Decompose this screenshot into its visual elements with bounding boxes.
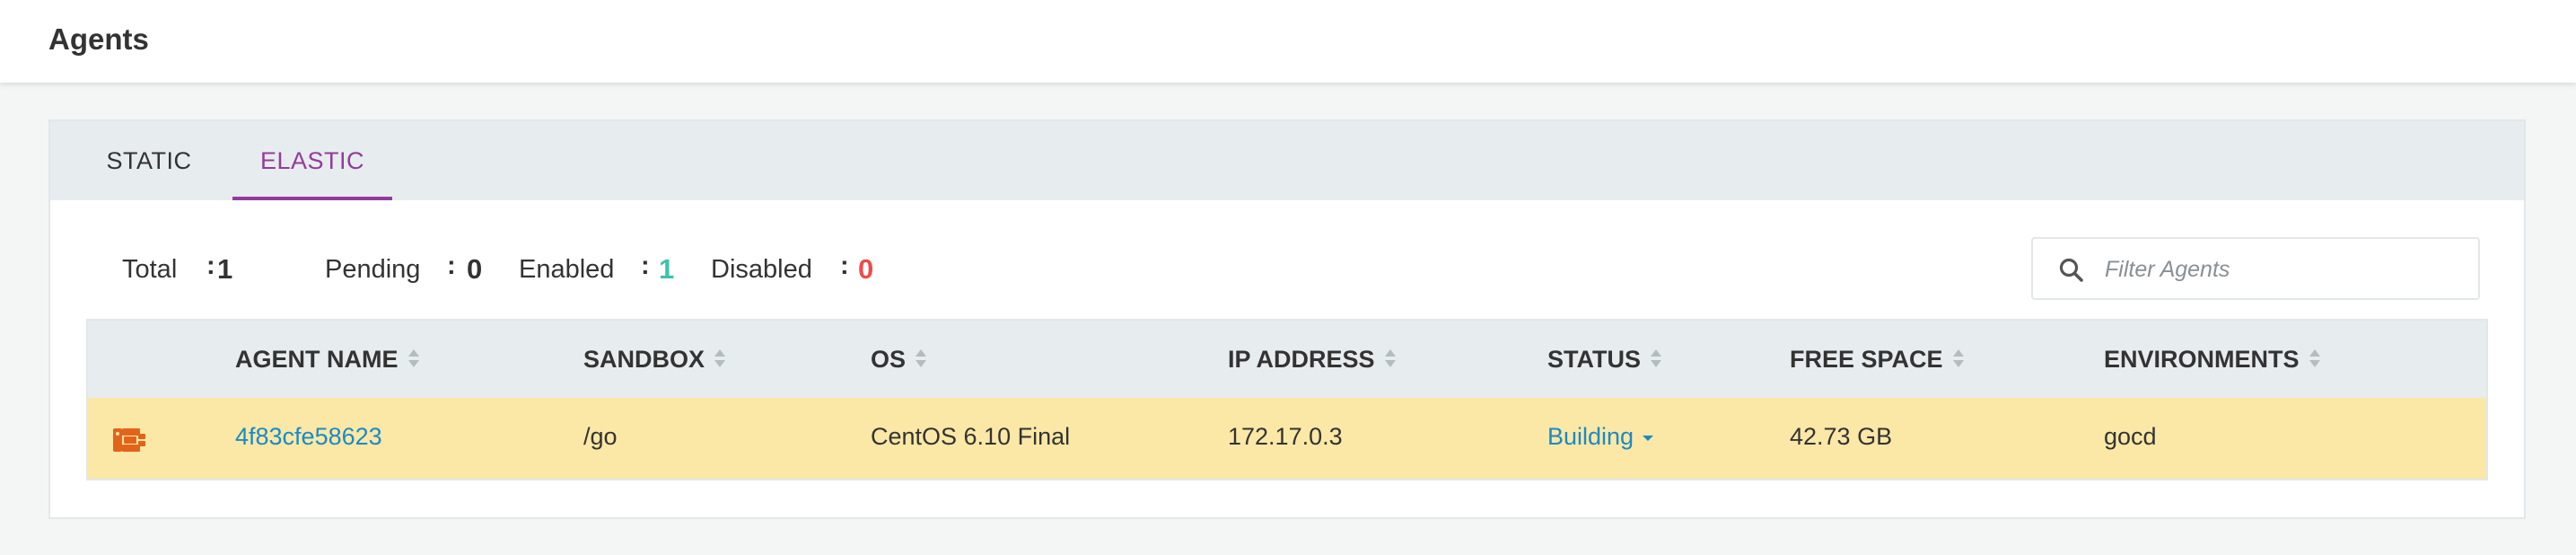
stat-total-colon: : (206, 251, 215, 280)
stat-pending-label: Pending (325, 255, 421, 284)
stat-pending-value: 0 (467, 253, 483, 285)
stat-disabled: Disabled (711, 247, 812, 292)
sort-icon (1384, 348, 1396, 367)
page-title: Agents (48, 22, 149, 56)
column-os-label: OS (871, 346, 907, 373)
tab-elastic[interactable]: ELASTIC (232, 121, 392, 200)
status-label: Building (1547, 423, 1634, 450)
status-cell: Building (1547, 398, 1654, 479)
stat-disabled-colon: : (840, 251, 849, 280)
filter-agents-input[interactable] (2103, 244, 2466, 295)
stat-enabled-value: 1 (659, 253, 675, 285)
sort-icon (407, 348, 419, 367)
sort-icon (916, 348, 927, 367)
ip-address-cell: 172.17.0.3 (1228, 423, 1343, 450)
free-space-cell: 42.73 GB (1790, 423, 1893, 450)
stat-pending: Pending (325, 247, 420, 292)
stat-enabled: Enabled (519, 247, 614, 292)
column-status[interactable]: STATUS (1547, 321, 1662, 398)
status-dropdown[interactable]: Building (1547, 423, 1654, 450)
os-cell: CentOS 6.10 Final (871, 423, 1071, 450)
stat-enabled-colon: : (641, 251, 650, 280)
column-free-space-label: FREE SPACE (1790, 346, 1943, 373)
environments-cell: gocd (2104, 423, 2157, 450)
stat-total-value: 1 (217, 253, 233, 285)
sandbox-cell: /go (583, 423, 618, 450)
table-row: 4f83cfe58623 /go CentOS 6.10 Final 172.1… (88, 398, 2486, 479)
sort-icon (2309, 348, 2320, 367)
column-os[interactable]: OS (871, 321, 927, 398)
column-agent-name[interactable]: AGENT NAME (235, 321, 420, 398)
stat-disabled-value: 0 (858, 253, 874, 285)
column-environments[interactable]: ENVIRONMENTS (2104, 321, 2321, 398)
column-free-space[interactable]: FREE SPACE (1790, 321, 1965, 398)
column-sandbox[interactable]: SANDBOX (583, 321, 726, 398)
column-ip-address[interactable]: IP ADDRESS (1228, 321, 1397, 398)
page-header: Agents (0, 0, 2576, 83)
sort-icon (1952, 348, 1964, 367)
column-sandbox-label: SANDBOX (583, 346, 705, 373)
agents-table: AGENT NAME SANDBOX OS IP ADDRESS STATUS … (86, 319, 2488, 480)
agents-panel: STATIC ELASTIC Total : 1 Pending : 0 Ena… (48, 119, 2526, 519)
tab-bar: STATIC ELASTIC (50, 121, 2524, 200)
column-ip-address-label: IP ADDRESS (1228, 346, 1375, 373)
column-agent-name-label: AGENT NAME (235, 346, 399, 373)
stat-disabled-label: Disabled (711, 255, 812, 284)
caret-down-icon (1643, 435, 1654, 441)
tab-static[interactable]: STATIC (86, 121, 212, 200)
elastic-agent-icon (113, 428, 145, 452)
column-status-label: STATUS (1547, 346, 1641, 373)
sort-icon (1651, 348, 1661, 367)
stat-total: Total (122, 247, 177, 292)
agent-name-link[interactable]: 4f83cfe58623 (235, 423, 382, 450)
search-icon (2059, 258, 2083, 282)
sort-icon (714, 348, 726, 367)
column-environments-label: ENVIRONMENTS (2104, 346, 2300, 373)
stat-pending-colon: : (447, 251, 456, 280)
table-header: AGENT NAME SANDBOX OS IP ADDRESS STATUS … (88, 321, 2486, 398)
agent-name-cell: 4f83cfe58623 (235, 398, 382, 479)
stat-enabled-label: Enabled (519, 255, 615, 284)
stat-total-label: Total (122, 255, 178, 284)
filter-agents-box[interactable] (2031, 237, 2480, 300)
